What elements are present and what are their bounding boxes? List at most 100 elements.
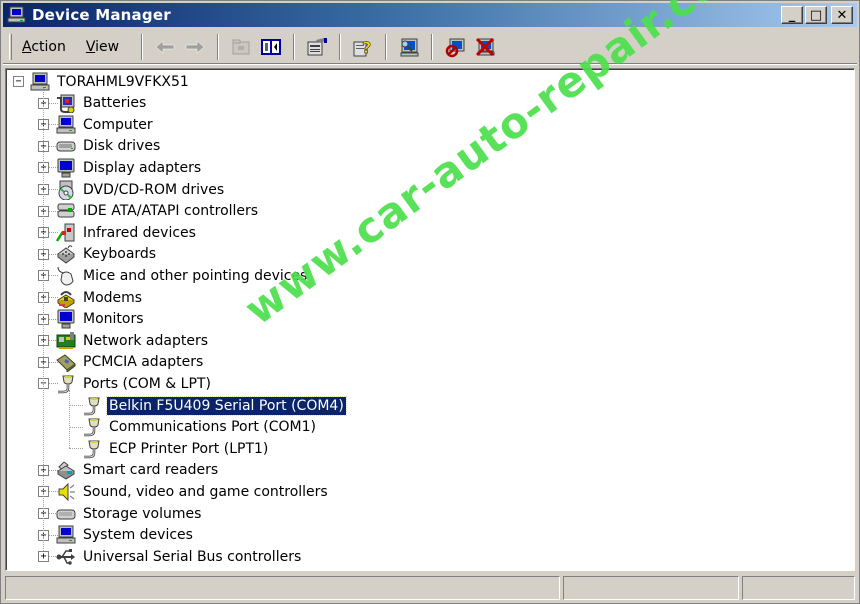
tree-category[interactable]: Batteries <box>56 93 148 114</box>
minimize-button[interactable]: _ <box>781 6 803 24</box>
tree-category[interactable]: DVD/CD-ROM drives <box>56 179 226 200</box>
uninstall-device-button[interactable] <box>472 35 498 59</box>
keyboard-icon <box>56 244 76 264</box>
tree-category[interactable]: Keyboards <box>56 244 158 265</box>
display-adapter-icon <box>56 158 76 178</box>
computer-icon <box>30 72 50 92</box>
tree-device[interactable]: Communications Port (COM1) <box>82 417 318 438</box>
tree-category-label: Disk drives <box>83 138 161 155</box>
tree-category[interactable]: Sound, video and game controllers <box>56 481 330 502</box>
storage-volume-icon <box>56 504 76 524</box>
tree-category[interactable]: Display adapters <box>56 157 203 178</box>
tree-category-label: IDE ATA/ATAPI controllers <box>83 203 259 220</box>
svg-text:?: ? <box>362 38 371 57</box>
tree-device-label: Communications Port (COM1) <box>109 419 316 436</box>
port-icon <box>82 439 102 459</box>
tree-category-label: Monitors <box>83 311 144 328</box>
tree-category[interactable]: System devices <box>56 525 195 546</box>
tree-category[interactable]: Smart card readers <box>56 460 220 481</box>
tree-category[interactable]: Network adapters <box>56 330 210 351</box>
disable-device-icon <box>445 38 465 57</box>
tree-category[interactable]: Modems <box>56 287 144 309</box>
tree-connector <box>69 448 83 450</box>
toolbar-separator <box>339 33 342 60</box>
tree-device[interactable]: ECP Printer Port (LPT1) <box>82 438 270 459</box>
tree-category[interactable]: Universal Serial Bus controllers <box>56 546 303 567</box>
help-button[interactable]: ? <box>350 35 376 59</box>
disk-drive-icon <box>56 136 76 156</box>
root-expander[interactable]: − <box>13 76 24 87</box>
tree-category[interactable]: Mice and other pointing devices <box>56 265 309 286</box>
menu-view-rest: iew <box>95 38 120 55</box>
tree-category-label: Ports (COM & LPT) <box>83 375 211 392</box>
monitor-icon <box>56 309 76 329</box>
show-hide-console-tree-button[interactable] <box>258 35 284 59</box>
tree-category-label: Universal Serial Bus controllers <box>83 548 302 565</box>
tree-connector <box>69 426 83 428</box>
tree-category[interactable]: Storage volumes <box>56 503 203 524</box>
pcmcia-icon <box>56 352 76 374</box>
port-icon <box>82 396 102 416</box>
close-icon: ✕ <box>836 7 848 23</box>
tree-category-label: Infrared devices <box>83 224 196 241</box>
close-button[interactable]: ✕ <box>831 6 853 24</box>
tree-root-label: TORAHML9VFKX51 <box>57 73 189 90</box>
computer-icon <box>56 525 76 545</box>
tree-device[interactable]: Belkin F5U409 Serial Port (COM4) <box>82 395 347 416</box>
up-one-level-button[interactable] <box>228 35 254 59</box>
tree-category-label: Storage volumes <box>83 505 202 522</box>
disable-device-button[interactable] <box>442 35 468 59</box>
maximize-button[interactable]: □ <box>805 6 827 24</box>
tree-category[interactable]: Ports (COM & LPT) <box>56 373 213 394</box>
tree-category[interactable]: Infrared devices <box>55 222 198 243</box>
tree-category[interactable]: Monitors <box>56 309 146 330</box>
ide-controller-icon <box>56 201 76 221</box>
smart-card-icon <box>56 460 76 480</box>
title-bar[interactable]: Device Manager _ □ ✕ <box>3 3 857 27</box>
status-panel-2 <box>563 576 739 600</box>
menu-action-rest: ction <box>31 38 66 55</box>
port-icon <box>56 374 76 394</box>
infrared-icon <box>55 223 76 243</box>
status-panel-3 <box>742 576 855 600</box>
uninstall-device-icon <box>476 37 495 56</box>
forward-button[interactable] <box>182 35 208 59</box>
menu-action[interactable]: Action <box>12 37 76 57</box>
speaker-icon <box>56 482 76 502</box>
tree-device-label: ECP Printer Port (LPT1) <box>109 440 269 457</box>
properties-button[interactable] <box>304 35 330 59</box>
status-bar <box>5 576 855 600</box>
tree-category[interactable]: Computer <box>56 114 155 135</box>
mouse-icon <box>56 266 76 286</box>
toolbar: Action View ? <box>3 30 857 64</box>
maximize-icon: □ <box>809 7 823 23</box>
tree-category[interactable]: Disk drives <box>56 136 162 157</box>
device-tree[interactable]: − TORAHML9VFKX51 + Batteries + Computer + Disk … <box>5 68 855 571</box>
network-adapter-icon <box>56 331 76 351</box>
tree-connector <box>43 88 44 552</box>
tree-category-label: Display adapters <box>83 159 202 176</box>
tree-category[interactable]: IDE ATA/ATAPI controllers <box>56 201 260 222</box>
tree-category-label: Network adapters <box>83 332 208 349</box>
tree-category-label: DVD/CD-ROM drives <box>83 181 225 198</box>
help-icon: ? <box>353 37 372 57</box>
menu-view-accel: V <box>85 38 96 55</box>
tree-category-label: Sound, video and game controllers <box>83 483 328 500</box>
scan-hardware-icon <box>400 38 419 56</box>
toolbar-separator <box>431 33 434 60</box>
tree-device-label: Belkin F5U409 Serial Port (COM4) <box>106 395 347 416</box>
expander-18[interactable]: + <box>38 551 49 563</box>
arrow-right-icon <box>185 39 205 54</box>
toolbar-separator <box>217 33 220 60</box>
scan-hardware-changes-button[interactable] <box>396 35 422 59</box>
tree-category[interactable]: PCMCIA adapters <box>56 352 205 374</box>
usb-icon <box>56 547 76 567</box>
toolbar-separator <box>385 33 388 60</box>
tree-category-label: Smart card readers <box>83 462 219 479</box>
modem-icon <box>56 288 76 309</box>
arrow-left-icon <box>155 39 175 54</box>
menu-view[interactable]: View <box>76 37 129 57</box>
back-button[interactable] <box>152 35 178 59</box>
tree-root[interactable]: TORAHML9VFKX51 <box>30 71 191 92</box>
computer-icon <box>56 115 76 135</box>
